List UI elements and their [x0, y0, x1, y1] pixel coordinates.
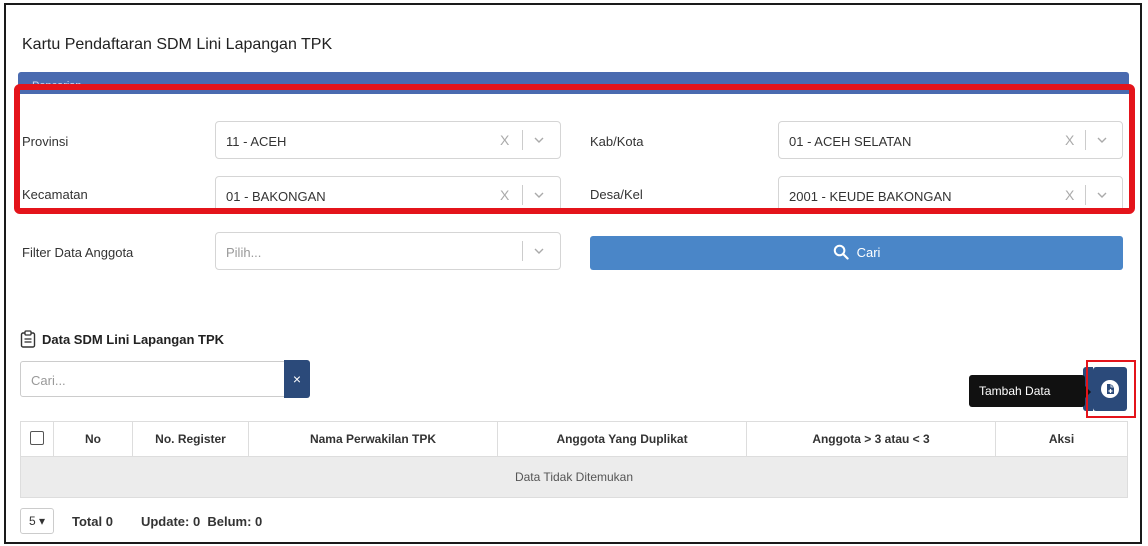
table-header-row: No No. Register Nama Perwakilan TPK Angg…	[20, 421, 1128, 457]
select-all-cell	[20, 421, 54, 457]
divider	[522, 241, 523, 261]
page-title: Kartu Pendaftaran SDM Lini Lapangan TPK	[22, 36, 333, 53]
search-icon	[833, 244, 849, 260]
select-all-checkbox[interactable]	[30, 430, 44, 445]
chevron-down-icon[interactable]	[532, 245, 546, 257]
highlight-box-add	[1086, 360, 1136, 418]
table-search-clear-button[interactable]: ×	[284, 360, 310, 398]
column-header: Aksi	[995, 421, 1128, 457]
column-header[interactable]: Nama Perwakilan TPK	[248, 421, 498, 457]
table-search-input[interactable]: Cari...	[20, 361, 285, 397]
column-header[interactable]: No. Register	[132, 421, 249, 457]
section-title: Data SDM Lini Lapangan TPK	[20, 330, 224, 348]
filter-anggota-select[interactable]: Pilih...	[215, 232, 561, 270]
clipboard-icon	[20, 330, 36, 348]
column-header[interactable]: No	[53, 421, 133, 457]
empty-message: Data Tidak Ditemukan	[20, 456, 1128, 498]
search-button-label: Cari	[856, 244, 881, 260]
data-table: No No. Register Nama Perwakilan TPK Angg…	[20, 421, 1128, 498]
add-tooltip: Tambah Data Baru	[969, 375, 1091, 430]
highlight-box-filters	[14, 84, 1135, 214]
table-search-placeholder: Cari...	[31, 373, 66, 388]
table-footer: 5 ▾ Total 0 Update: 0 Belum: 0	[20, 508, 262, 534]
section-title-text: Data SDM Lini Lapangan TPK	[42, 331, 225, 347]
search-button[interactable]: Cari	[590, 236, 1123, 270]
filter-anggota-label: Filter Data Anggota	[22, 245, 134, 260]
filter-anggota-placeholder: Pilih...	[226, 245, 262, 260]
total-count: Total 0	[72, 513, 113, 529]
column-header[interactable]: Anggota > 3 atau < 3	[746, 421, 996, 457]
update-status: Update: 0 Belum: 0	[140, 513, 263, 529]
page-size-select[interactable]: 5 ▾	[20, 508, 54, 534]
table-row: Data Tidak Ditemukan	[20, 456, 1128, 498]
column-header[interactable]: Anggota Yang Duplikat	[497, 421, 747, 457]
